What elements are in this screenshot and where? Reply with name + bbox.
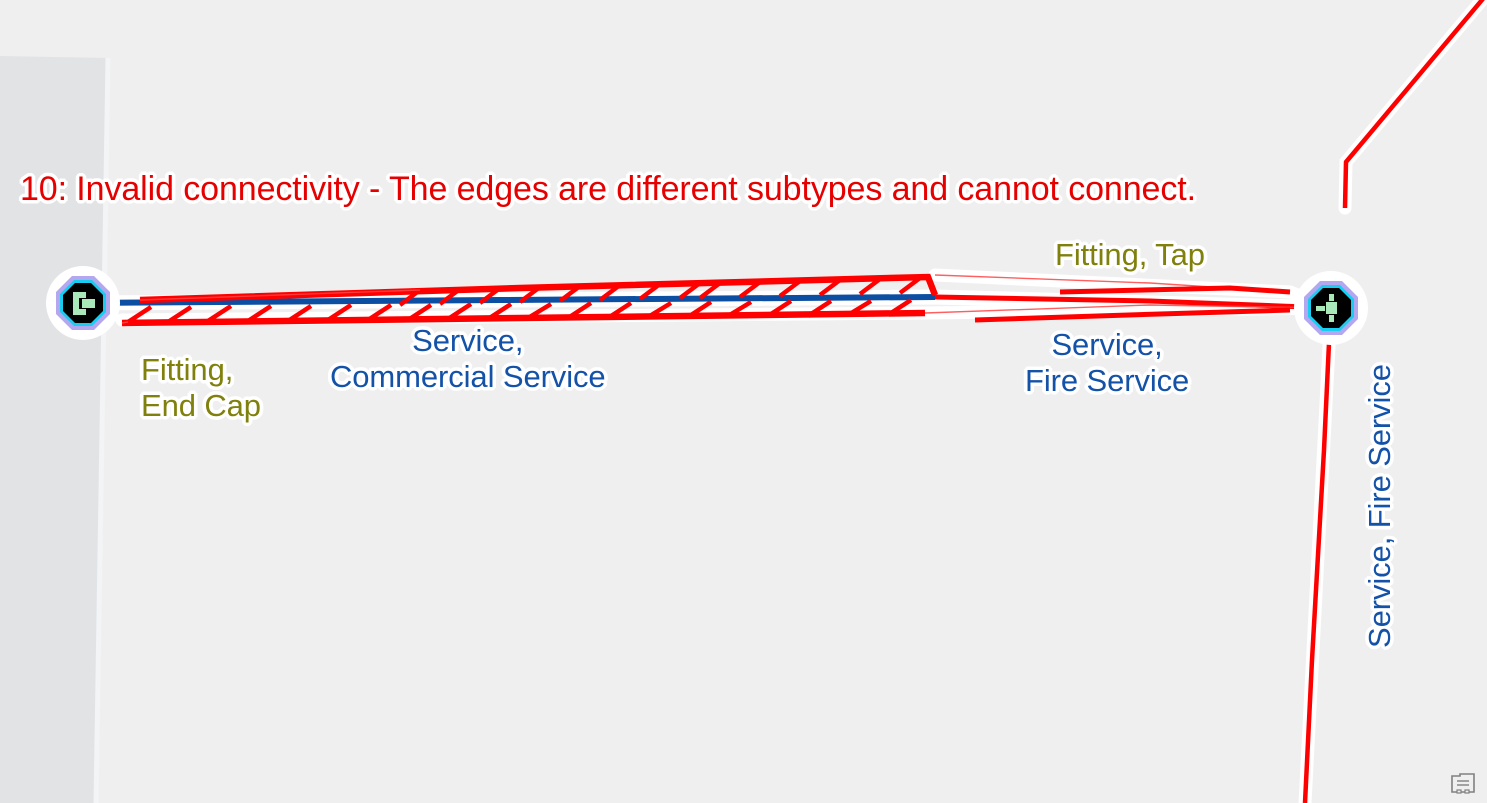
edge-fire-service-vertical[interactable] [1302, 299, 1334, 803]
label-fitting-tap: Fitting, Tap [1055, 237, 1205, 272]
label-service-fire-service-vertical: Service, Fire Service [1362, 364, 1398, 648]
line-halos [75, 0, 1487, 803]
error-message-label: 10: Invalid connectivity - The edges are… [20, 170, 1196, 208]
edge-top-right-branch[interactable] [1342, 0, 1487, 209]
basemap-legend-icon[interactable] [1448, 769, 1478, 795]
map-viewport[interactable]: 10: Invalid connectivity - The edges are… [0, 0, 1487, 803]
label-fitting-end-cap: Fitting, End Cap [141, 352, 261, 423]
node-end-cap[interactable] [46, 266, 120, 340]
basemap-polygon [0, 56, 108, 803]
node-tap[interactable] [1294, 271, 1368, 345]
label-service-commercial-service: Service, Commercial Service [330, 323, 606, 394]
label-service-fire-service: Service, Fire Service [1025, 327, 1190, 398]
